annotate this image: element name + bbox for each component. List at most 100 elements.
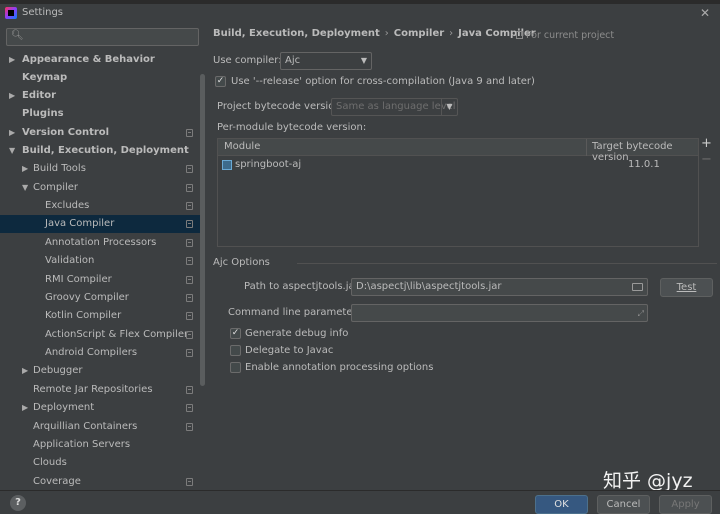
breadcrumb-item: Build, Execution, Deployment xyxy=(213,28,380,39)
project-scope-icon xyxy=(186,257,193,265)
project-scope-icon xyxy=(186,202,193,210)
help-icon[interactable]: ? xyxy=(10,495,26,511)
sidebar-item-groovy-compiler[interactable]: Groovy Compiler xyxy=(0,289,197,307)
expand-arrow-icon[interactable]: ▶ xyxy=(22,160,28,178)
module-icon xyxy=(222,160,232,170)
sidebar-item-kotlin-compiler[interactable]: Kotlin Compiler xyxy=(0,307,197,325)
project-scope-icon xyxy=(186,276,193,284)
search-icon: 🔍︎ xyxy=(11,30,24,41)
section-divider xyxy=(297,263,717,264)
expand-arrow-icon[interactable]: ▶ xyxy=(9,51,15,69)
command-line-parameters-label: Command line parameters: xyxy=(228,307,366,318)
command-line-parameters-input[interactable]: ⤢ xyxy=(351,304,648,322)
use-compiler-dropdown[interactable]: Ajc ▼ xyxy=(280,52,372,70)
delegate-to-javac-checkbox[interactable] xyxy=(230,345,241,356)
ajc-options-section-title: Ajc Options xyxy=(213,257,270,268)
expand-field-icon[interactable]: ⤢ xyxy=(638,306,644,322)
apply-button[interactable]: Apply xyxy=(659,495,712,514)
expand-arrow-icon[interactable]: ▶ xyxy=(22,362,28,380)
collapse-arrow-icon[interactable]: ▼ xyxy=(9,142,15,160)
breadcrumb: Build, Execution, Deployment › Compiler › Ja… xyxy=(213,28,536,39)
sidebar-item-plugins[interactable]: Plugins xyxy=(0,105,197,123)
project-scope-icon xyxy=(186,386,193,394)
intellij-logo-icon xyxy=(5,7,17,19)
collapse-arrow-icon[interactable]: ▼ xyxy=(22,179,28,197)
settings-search-input[interactable]: 🔍︎ xyxy=(6,28,199,46)
project-scope-icon xyxy=(186,349,193,357)
ok-button[interactable]: OK xyxy=(535,495,588,514)
sidebar-item-coverage[interactable]: Coverage xyxy=(0,473,197,491)
expand-arrow-icon[interactable]: ▶ xyxy=(9,87,15,105)
column-header-module[interactable]: Module xyxy=(224,141,260,152)
remove-icon[interactable]: − xyxy=(701,152,712,167)
breadcrumb-item: Compiler xyxy=(393,28,445,39)
enable-annotation-processing-checkbox[interactable] xyxy=(230,362,241,373)
chevron-down-icon: ▼ xyxy=(441,99,457,115)
column-divider[interactable] xyxy=(586,139,587,156)
aspectjtools-path-input[interactable]: D:\aspectj\lib\aspectjtools.jar xyxy=(351,278,648,296)
test-button[interactable]: Test xyxy=(660,278,713,297)
project-scope-icon xyxy=(186,423,193,431)
project-bytecode-label: Project bytecode version: xyxy=(217,101,345,112)
project-scope-icon xyxy=(186,239,193,247)
project-scope-icon xyxy=(186,165,193,173)
sidebar-item-appearance[interactable]: ▶ Appearance & Behavior xyxy=(0,51,197,69)
expand-arrow-icon[interactable]: ▶ xyxy=(22,399,28,417)
sidebar-item-excludes[interactable]: Excludes xyxy=(0,197,197,215)
close-icon[interactable]: ✕ xyxy=(700,6,710,20)
generate-debug-info-checkbox[interactable]: ✓ xyxy=(230,328,241,339)
sidebar-item-keymap[interactable]: Keymap xyxy=(0,69,197,87)
sidebar-item-arquillian-containers[interactable]: Arquillian Containers xyxy=(0,418,197,436)
sidebar-item-build-tools[interactable]: ▶ Build Tools xyxy=(0,160,197,178)
settings-content: Build, Execution, Deployment › Compiler › Ja… xyxy=(205,24,720,490)
for-current-project-label: For current project xyxy=(516,30,614,41)
cancel-button[interactable]: Cancel xyxy=(597,495,650,514)
sidebar-item-build-execution-deployment[interactable]: ▼ Build, Execution, Deployment xyxy=(0,142,197,160)
sidebar-item-debugger[interactable]: ▶ Debugger xyxy=(0,362,197,380)
settings-sidebar: 🔍︎ ▶ Appearance & Behavior Keymap ▶ Edit… xyxy=(0,24,205,490)
breadcrumb-separator: › xyxy=(384,28,389,39)
sidebar-item-version-control[interactable]: ▶ Version Control xyxy=(0,124,197,142)
window-title: Settings xyxy=(22,7,64,18)
project-scope-icon xyxy=(186,184,193,192)
sidebar-item-editor[interactable]: ▶ Editor xyxy=(0,87,197,105)
project-scope-icon xyxy=(516,31,523,39)
sidebar-item-annotation-processors[interactable]: Annotation Processors xyxy=(0,234,197,252)
enable-annotation-processing-label: Enable annotation processing options xyxy=(245,362,434,373)
sidebar-item-validation[interactable]: Validation xyxy=(0,252,197,270)
use-compiler-label: Use compiler: xyxy=(213,55,282,66)
dialog-footer: ? OK Cancel Apply xyxy=(0,490,720,514)
folder-icon[interactable] xyxy=(632,283,643,291)
sidebar-item-android-compilers[interactable]: Android Compilers xyxy=(0,344,197,362)
sidebar-item-java-compiler[interactable]: Java Compiler xyxy=(0,215,205,233)
sidebar-item-deployment[interactable]: ▶ Deployment xyxy=(0,399,197,417)
watermark: 知乎 @jyz xyxy=(603,470,693,492)
table-toolbar: + − xyxy=(699,136,717,247)
target-version-cell[interactable]: 11.0.1 xyxy=(628,159,660,170)
project-scope-icon xyxy=(186,331,193,339)
module-name-cell: springboot-aj xyxy=(235,159,302,170)
project-scope-icon xyxy=(186,404,193,412)
sidebar-item-application-servers[interactable]: Application Servers xyxy=(0,436,197,454)
table-row[interactable]: springboot-aj 11.0.1 xyxy=(218,157,698,174)
project-scope-icon xyxy=(186,312,193,320)
sidebar-item-compiler[interactable]: ▼ Compiler xyxy=(0,179,197,197)
expand-arrow-icon[interactable]: ▶ xyxy=(9,124,15,142)
sidebar-item-remote-jar-repositories[interactable]: Remote Jar Repositories xyxy=(0,381,197,399)
project-scope-icon xyxy=(186,294,193,302)
sidebar-item-rmi-compiler[interactable]: RMI Compiler xyxy=(0,271,197,289)
chevron-down-icon: ▼ xyxy=(360,56,367,65)
module-bytecode-table[interactable]: Module Target bytecode version springboo… xyxy=(217,138,699,247)
project-bytecode-dropdown[interactable]: Same as language level ▼ xyxy=(331,98,458,116)
breadcrumb-separator: › xyxy=(449,28,454,39)
add-icon[interactable]: + xyxy=(701,136,712,151)
title-bar: Settings ✕ xyxy=(0,4,720,24)
release-option-checkbox[interactable]: ✓ xyxy=(215,76,226,87)
project-scope-icon xyxy=(186,478,193,486)
sidebar-item-clouds[interactable]: Clouds xyxy=(0,454,197,472)
aspectjtools-path-label: Path to aspectjtools.jar: xyxy=(244,281,362,292)
generate-debug-info-label: Generate debug info xyxy=(245,328,349,339)
project-scope-icon xyxy=(186,220,193,228)
release-option-label: Use '--release' option for cross-compila… xyxy=(231,76,535,87)
sidebar-item-actionscript-flex-compiler[interactable]: ActionScript & Flex Compiler xyxy=(0,326,197,344)
